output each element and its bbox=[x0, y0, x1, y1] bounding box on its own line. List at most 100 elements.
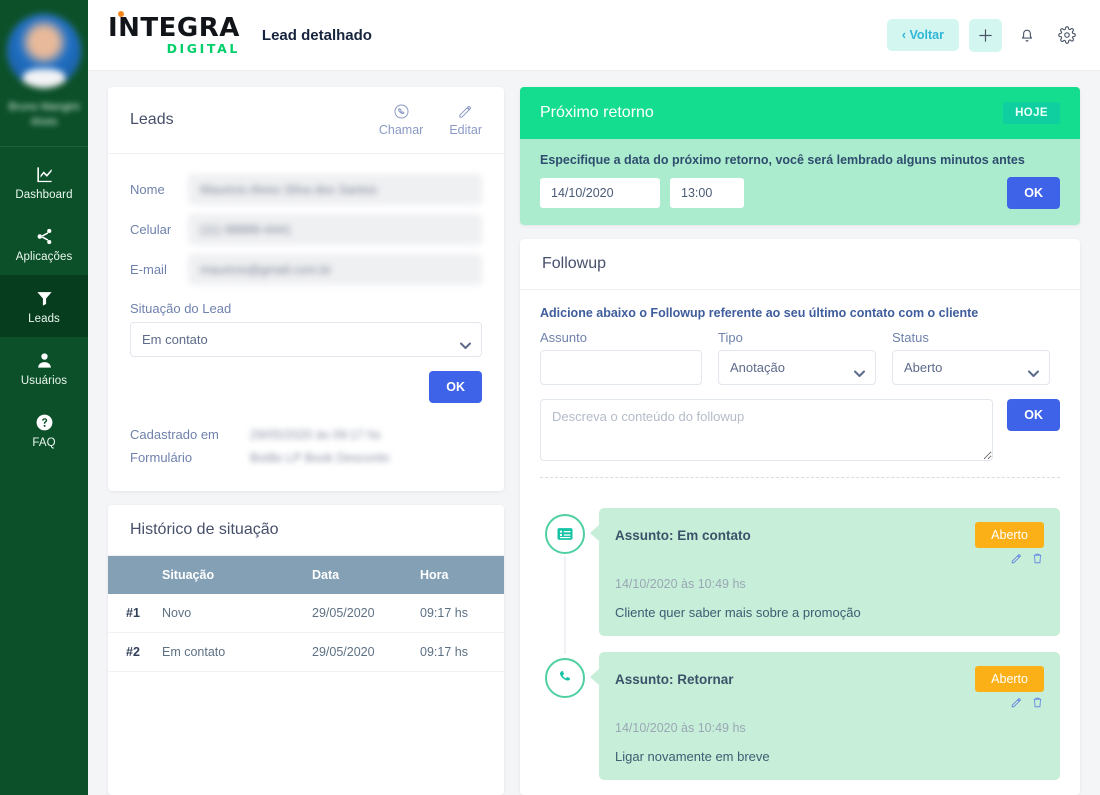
status-label: Status bbox=[892, 330, 929, 345]
followup-form: Adicione abaixo o Followup referente ao … bbox=[520, 290, 1080, 490]
row-data: 29/05/2020 bbox=[304, 632, 412, 672]
timeline-actions bbox=[1010, 552, 1044, 565]
editar-button[interactable]: Editar bbox=[449, 103, 482, 137]
situacao-label: Situação do Lead bbox=[130, 301, 232, 316]
situacao-ok-row: OK bbox=[130, 371, 482, 403]
col-index bbox=[108, 556, 154, 594]
situacao-ok-button[interactable]: OK bbox=[429, 371, 482, 403]
followup-textarea[interactable] bbox=[540, 399, 994, 461]
tipo-select[interactable]: Anotação bbox=[718, 350, 876, 385]
trash-icon[interactable] bbox=[1031, 552, 1044, 565]
leads-card-body: Nome Mauricio Alves Silva dos Santos Cel… bbox=[108, 154, 504, 491]
timeline-bubble-top: Assunto: Retornar Aberto bbox=[615, 666, 1044, 709]
chamar-button[interactable]: Chamar bbox=[379, 103, 423, 137]
main-area: INTEGRA DIGITAL Lead detalhado ‹ Voltar bbox=[88, 0, 1100, 795]
status-select-wrap: Aberto bbox=[892, 350, 1050, 385]
sidebar: Bruno Mangini Alves Dashboard Aplicações bbox=[0, 0, 88, 795]
status-badge: Aberto bbox=[975, 666, 1044, 692]
table-row[interactable]: #2 Em contato 29/05/2020 09:17 hs bbox=[108, 632, 504, 672]
field-email: E-mail mauricio@gmail.com.br bbox=[130, 254, 482, 285]
proximo-retorno-header: Próximo retorno HOJE bbox=[520, 87, 1080, 139]
pencil-icon[interactable] bbox=[1010, 696, 1023, 709]
meta-cadastrado: Cadastrado em 29/05/2020 às 09:17 hs bbox=[130, 427, 482, 442]
retorno-date-input[interactable] bbox=[540, 178, 660, 208]
followup-card: Followup Adicione abaixo o Followup refe… bbox=[520, 239, 1080, 795]
timeline-icon-circle bbox=[545, 658, 585, 698]
hoje-badge[interactable]: HOJE bbox=[1003, 102, 1060, 124]
table-row[interactable]: #1 Novo 29/05/2020 09:17 hs bbox=[108, 594, 504, 633]
row-situacao: Em contato bbox=[154, 632, 304, 672]
field-label: Celular bbox=[130, 222, 172, 237]
nome-value[interactable]: Mauricio Alves Silva dos Santos bbox=[188, 174, 482, 205]
trash-icon[interactable] bbox=[1031, 696, 1044, 709]
assunto-input[interactable] bbox=[540, 350, 702, 385]
field-label: E-mail bbox=[130, 262, 167, 277]
sidebar-nav: Dashboard Aplicações Leads Usuários FAQ bbox=[0, 151, 88, 461]
divider bbox=[540, 477, 1060, 478]
historico-card: Histórico de situação Situação Data Hora bbox=[108, 505, 504, 795]
back-button[interactable]: ‹ Voltar bbox=[886, 19, 959, 51]
followup-ok-button[interactable]: OK bbox=[1007, 399, 1060, 431]
sidebar-item-label: Aplicações bbox=[15, 251, 73, 263]
sidebar-item-label: Leads bbox=[28, 313, 60, 325]
sidebar-item-aplicacoes[interactable]: Aplicações bbox=[0, 213, 88, 275]
timeline-bubble-right: Aberto bbox=[975, 522, 1044, 565]
leads-meta: Cadastrado em 29/05/2020 às 09:17 hs For… bbox=[130, 427, 482, 465]
status-select[interactable]: Aberto bbox=[892, 350, 1050, 385]
leads-card-title: Leads bbox=[130, 111, 174, 128]
pencil-icon[interactable] bbox=[1010, 552, 1023, 565]
celular-value[interactable]: (11) 98888-4441 bbox=[188, 214, 482, 245]
sidebar-item-faq[interactable]: FAQ bbox=[0, 399, 88, 461]
timeline-date: 14/10/2020 às 10:49 hs bbox=[615, 577, 746, 591]
situacao-group: Situação do Lead Em contato bbox=[130, 301, 482, 357]
logo[interactable]: INTEGRA DIGITAL bbox=[108, 10, 240, 56]
field-nome: Nome Mauricio Alves Silva dos Santos bbox=[130, 174, 482, 205]
pencil-icon bbox=[459, 105, 472, 118]
add-button[interactable] bbox=[969, 18, 1002, 52]
avatar[interactable] bbox=[7, 14, 81, 88]
share-icon bbox=[33, 226, 55, 246]
settings-button[interactable] bbox=[1052, 20, 1082, 50]
historico-table-head: Situação Data Hora bbox=[108, 556, 504, 594]
email-value[interactable]: mauricio@gmail.com.br bbox=[188, 254, 482, 285]
table-header-row: Situação Data Hora bbox=[108, 556, 504, 594]
user-icon bbox=[33, 350, 55, 370]
timeline-bubble: Assunto: Em contato Aberto 14/10/2020 às… bbox=[590, 508, 1060, 636]
timeline-entry: Assunto: Retornar Aberto 14/10/2020 às 1… bbox=[542, 652, 1060, 795]
proximo-retorno-body: Especifique a data do próximo retorno, v… bbox=[520, 139, 1080, 225]
row-hora: 09:17 hs bbox=[412, 632, 504, 672]
timeline-actions bbox=[1010, 696, 1044, 709]
gear-icon bbox=[1058, 26, 1076, 44]
sidebar-item-label: Dashboard bbox=[15, 189, 73, 201]
notifications-button[interactable] bbox=[1012, 20, 1042, 50]
followup-tipo-field: Tipo Anotação bbox=[718, 330, 876, 385]
proximo-retorno-hint: Especifique a data do próximo retorno, v… bbox=[540, 153, 1025, 167]
retorno-time-input[interactable] bbox=[670, 178, 744, 208]
sidebar-item-leads[interactable]: Leads bbox=[0, 275, 88, 337]
historico-card-title: Histórico de situação bbox=[130, 521, 279, 538]
tipo-label: Tipo bbox=[718, 330, 743, 345]
situacao-select[interactable]: Em contato bbox=[130, 322, 482, 357]
timeline-subject: Assunto: Retornar bbox=[615, 672, 734, 687]
timeline-description: Ligar novamente em breve bbox=[615, 749, 770, 764]
assunto-label: Assunto bbox=[540, 330, 587, 345]
sidebar-item-dashboard[interactable]: Dashboard bbox=[0, 151, 88, 213]
row-situacao: Novo bbox=[154, 594, 304, 633]
meta-value: Botão LP Book Desconto bbox=[250, 450, 390, 465]
sidebar-item-label: FAQ bbox=[32, 437, 56, 449]
timeline-marker bbox=[542, 508, 588, 654]
row-data: 29/05/2020 bbox=[304, 594, 412, 633]
timeline-bubble-top: Assunto: Em contato Aberto bbox=[615, 522, 1044, 565]
followup-hint: Adicione abaixo o Followup referente ao … bbox=[540, 306, 979, 320]
timeline-marker bbox=[542, 652, 588, 780]
field-label: Nome bbox=[130, 182, 165, 197]
retorno-ok-button[interactable]: OK bbox=[1007, 177, 1060, 209]
timeline-icon-circle bbox=[545, 514, 585, 554]
historico-card-header: Histórico de situação bbox=[108, 505, 504, 556]
followup-fields: Assunto Tipo Anotação Status Aberto bbox=[540, 330, 1060, 385]
sidebar-item-usuarios[interactable]: Usuários bbox=[0, 337, 88, 399]
sidebar-profile: Bruno Mangini Alves bbox=[0, 0, 88, 147]
leads-card-actions: Chamar Editar bbox=[379, 103, 482, 137]
leads-card-header: Leads Chamar Editar bbox=[108, 87, 504, 154]
proximo-retorno-title: Próximo retorno bbox=[540, 104, 654, 121]
